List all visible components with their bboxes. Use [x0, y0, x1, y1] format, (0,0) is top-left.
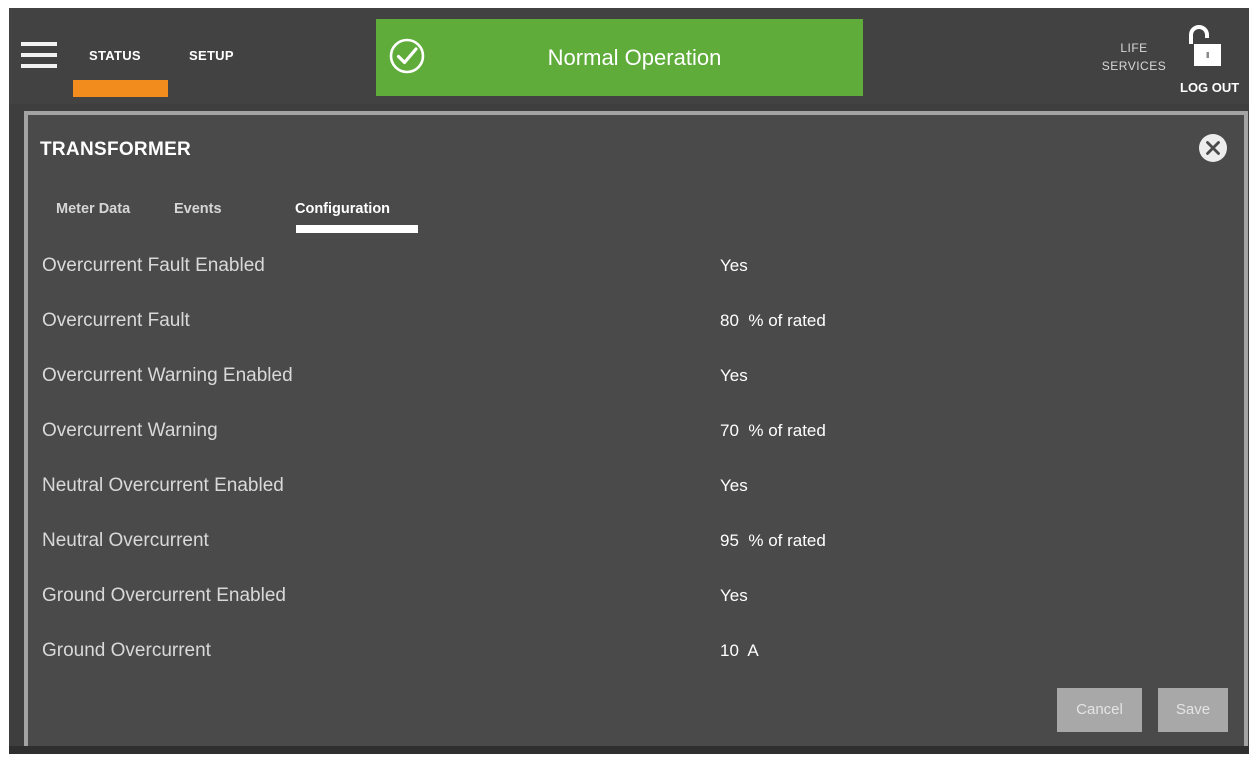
- life-services-link[interactable]: LIFE SERVICES: [1100, 39, 1168, 75]
- nav-tab-setup[interactable]: SETUP: [189, 48, 234, 63]
- nav-active-indicator: [73, 80, 168, 97]
- config-label: Ground Overcurrent: [42, 640, 211, 661]
- nav-tab-status[interactable]: STATUS: [89, 48, 141, 63]
- config-label: Neutral Overcurrent: [42, 530, 209, 551]
- config-value: 70 % of rated: [720, 421, 826, 440]
- config-value: 80 % of rated: [720, 311, 826, 330]
- transformer-dialog: TRANSFORMER Meter Data Events Configurat…: [24, 111, 1248, 751]
- config-label: Overcurrent Fault Enabled: [42, 255, 265, 276]
- config-row: Overcurrent Fault 80 % of rated: [28, 302, 1244, 357]
- config-label: Overcurrent Fault: [42, 310, 190, 331]
- tab-active-indicator: [296, 225, 418, 233]
- config-row: Overcurrent Fault Enabled Yes: [28, 247, 1244, 302]
- config-row: Ground Overcurrent Enabled Yes: [28, 577, 1244, 632]
- config-row: Ground Overcurrent 10 A: [28, 632, 1244, 687]
- config-label: Overcurrent Warning: [42, 420, 218, 441]
- config-value: 10 A: [720, 641, 759, 660]
- app-screen: STATUS SETUP Normal Operation LIFE SERVI…: [9, 8, 1249, 754]
- config-value: Yes: [720, 476, 748, 495]
- config-value: Yes: [720, 586, 748, 605]
- life-services-line2: SERVICES: [1101, 59, 1167, 73]
- hamburger-menu-icon[interactable]: [21, 42, 57, 68]
- status-banner-text: Normal Operation: [547, 45, 722, 70]
- configuration-list: Overcurrent Fault Enabled Yes Overcurren…: [28, 247, 1244, 687]
- config-value: 95 % of rated: [720, 531, 826, 550]
- config-label: Ground Overcurrent Enabled: [42, 585, 286, 606]
- cancel-button[interactable]: Cancel: [1057, 688, 1142, 732]
- config-row: Neutral Overcurrent Enabled Yes: [28, 467, 1244, 522]
- tab-events[interactable]: Events: [174, 201, 222, 217]
- config-row: Overcurrent Warning 70 % of rated: [28, 412, 1244, 467]
- config-row: Neutral Overcurrent 95 % of rated: [28, 522, 1244, 577]
- bottom-strip: [9, 746, 1249, 754]
- config-value: Yes: [720, 256, 748, 275]
- tab-meter-data[interactable]: Meter Data: [56, 201, 130, 217]
- status-banner: Normal Operation: [376, 19, 863, 96]
- config-label: Neutral Overcurrent Enabled: [42, 475, 284, 496]
- top-bar: STATUS SETUP Normal Operation LIFE SERVI…: [9, 8, 1249, 104]
- unlocked-padlock-icon: [1189, 25, 1221, 66]
- config-label: Overcurrent Warning Enabled: [42, 365, 293, 386]
- tab-configuration[interactable]: Configuration: [295, 201, 390, 217]
- dialog-title: TRANSFORMER: [40, 139, 192, 160]
- close-icon[interactable]: [1198, 133, 1228, 163]
- logout-button[interactable]: LOG OUT: [1177, 22, 1249, 98]
- save-button[interactable]: Save: [1158, 688, 1228, 732]
- logout-label: LOG OUT: [1180, 80, 1240, 95]
- config-value: Yes: [720, 366, 748, 385]
- config-row: Overcurrent Warning Enabled Yes: [28, 357, 1244, 412]
- life-services-line1: LIFE: [1120, 41, 1148, 55]
